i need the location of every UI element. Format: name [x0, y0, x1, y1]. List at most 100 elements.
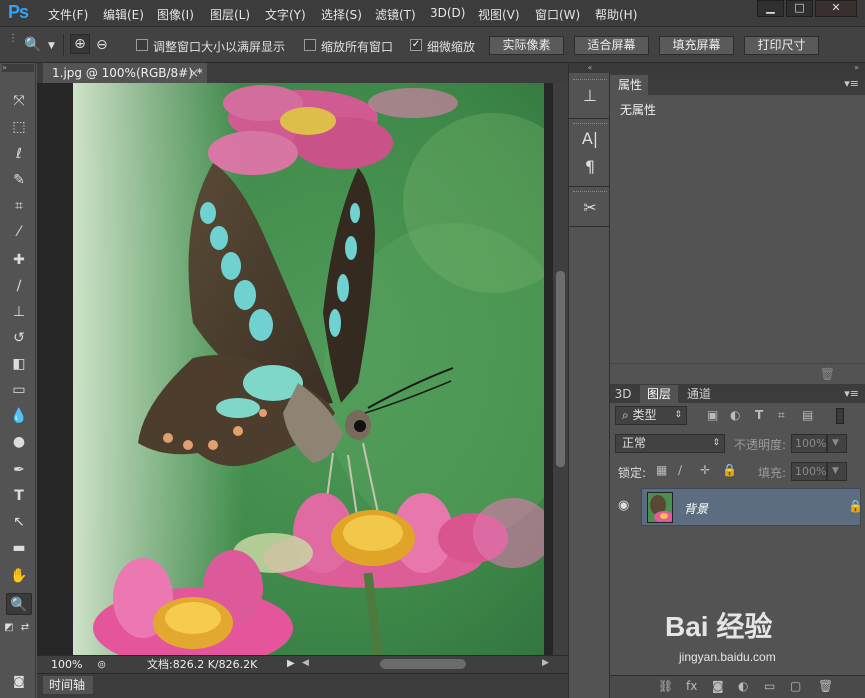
fill-screen-button[interactable]: 填充屏幕: [659, 36, 734, 55]
zoom-tool-icon[interactable]: 🔍: [6, 593, 32, 615]
zoom-tool-preset-icon[interactable]: 🔍: [24, 37, 41, 53]
hand-tool-icon[interactable]: ✋: [6, 565, 32, 587]
default-colors-icon[interactable]: ◩: [2, 617, 16, 639]
lasso-tool-icon[interactable]: ℓ: [6, 143, 32, 165]
zoom-all-windows-checkbox[interactable]: [304, 39, 316, 51]
eraser-tool-icon[interactable]: ◧: [6, 353, 32, 375]
menu-filter[interactable]: 滤镜(T): [375, 6, 416, 23]
status-share-icon[interactable]: ⊚: [97, 658, 106, 671]
adjustment-layer-icon[interactable]: ◐: [738, 679, 748, 693]
lock-all-icon[interactable]: 🔒: [722, 463, 737, 477]
pen-tool-icon[interactable]: ✒: [6, 459, 32, 481]
scroll-left-icon[interactable]: ◀: [302, 658, 309, 668]
layer-style-icon[interactable]: fx: [686, 679, 697, 693]
close-tab-icon[interactable]: ×: [189, 63, 199, 83]
menu-edit[interactable]: 编辑(E): [103, 6, 144, 23]
layers-panel-menu-icon[interactable]: ▾≡: [844, 387, 859, 400]
filter-pixel-icon[interactable]: ▣: [707, 408, 718, 422]
gradient-tool-icon[interactable]: ▭: [6, 379, 32, 401]
horizontal-scroll-thumb[interactable]: [380, 659, 466, 669]
eyedropper-tool-icon[interactable]: ⁄: [6, 221, 32, 243]
history-brush-tool-icon[interactable]: ↺: [6, 327, 32, 349]
filter-adjustment-icon[interactable]: ◐: [730, 408, 740, 422]
scrubby-zoom-checkbox[interactable]: ✓: [410, 39, 422, 51]
menu-help[interactable]: 帮助(H): [595, 6, 637, 23]
clone-stamp-tool-icon[interactable]: ⊥: [6, 301, 32, 323]
tab-channels[interactable]: 通道: [680, 385, 718, 403]
menu-3d[interactable]: 3D(D): [430, 6, 465, 20]
maximize-button[interactable]: □: [786, 0, 813, 17]
layer-filter-dropdown[interactable]: ⌕ 类型 ⇕: [615, 406, 687, 425]
zoom-in-icon[interactable]: ⊕: [70, 34, 90, 54]
layer-row[interactable]: 背景 🔒: [641, 488, 863, 526]
preset-dropdown-icon[interactable]: ▼: [48, 41, 55, 51]
quick-select-tool-icon[interactable]: ✎: [6, 169, 32, 191]
tool-presets-icon[interactable]: ✂: [577, 195, 603, 221]
resize-windows-checkbox[interactable]: [136, 39, 148, 51]
lock-transparent-icon[interactable]: ▦: [656, 463, 667, 477]
zoom-out-icon[interactable]: ⊖: [96, 37, 108, 53]
shape-tool-icon[interactable]: ▬: [6, 537, 32, 559]
zoom-level-field[interactable]: 100%: [41, 657, 89, 672]
dodge-tool-icon[interactable]: ●: [6, 431, 32, 453]
fill-dropdown-icon[interactable]: ▼: [827, 462, 847, 481]
menu-layer[interactable]: 图层(L): [210, 6, 250, 23]
toolbar-collapse-icon[interactable]: »: [2, 64, 34, 72]
menu-type[interactable]: 文字(Y): [265, 6, 306, 23]
character-panel-icon[interactable]: A|: [577, 126, 603, 152]
minimize-button[interactable]: ▁: [757, 0, 784, 17]
vertical-scroll-thumb[interactable]: [556, 271, 565, 467]
delete-layer-icon[interactable]: 🗑: [818, 679, 833, 693]
blend-mode-dropdown[interactable]: 正常 ⇕: [615, 434, 725, 453]
blur-tool-icon[interactable]: 💧: [6, 405, 32, 427]
butterfly-photo[interactable]: [73, 83, 544, 655]
filter-smart-object-icon[interactable]: ▤: [802, 408, 813, 422]
timeline-tab[interactable]: 时间轴: [43, 676, 93, 694]
brush-tool-icon[interactable]: ∕: [6, 275, 32, 297]
properties-tab[interactable]: 属性: [610, 75, 648, 95]
dock-collapse-icon[interactable]: «: [569, 63, 611, 73]
layer-visibility-eye-icon[interactable]: ◉: [618, 498, 629, 513]
opacity-dropdown-icon[interactable]: ▼: [827, 434, 847, 453]
filter-type-icon[interactable]: T: [755, 408, 763, 422]
lock-image-icon[interactable]: ∕: [678, 463, 682, 477]
new-group-icon[interactable]: ▭: [764, 679, 775, 693]
menu-file[interactable]: 文件(F): [48, 6, 88, 23]
add-mask-icon[interactable]: ◙: [712, 679, 724, 693]
crop-tool-icon[interactable]: ⌗: [6, 195, 32, 217]
healing-brush-tool-icon[interactable]: ✚: [6, 249, 32, 271]
marquee-tool-icon[interactable]: ⬚: [6, 116, 32, 138]
tab-3d[interactable]: 3D: [610, 385, 636, 403]
menu-select[interactable]: 选择(S): [321, 6, 362, 23]
path-selection-tool-icon[interactable]: ↖: [6, 511, 32, 533]
clone-source-icon[interactable]: ⊥: [577, 83, 603, 109]
move-tool-icon[interactable]: ⤧: [6, 90, 32, 112]
link-layers-icon[interactable]: ⛓: [658, 679, 673, 693]
close-window-button[interactable]: ✕: [815, 0, 857, 17]
lock-position-icon[interactable]: ✛: [700, 463, 710, 477]
canvas-area[interactable]: [37, 83, 553, 655]
quick-mask-icon[interactable]: ◙: [6, 670, 32, 692]
panel-collapse-icon[interactable]: »: [610, 63, 865, 73]
fit-screen-button[interactable]: 适合屏幕: [574, 36, 649, 55]
menu-image[interactable]: 图像(I): [157, 6, 194, 23]
scroll-right-icon[interactable]: ▶: [542, 658, 549, 668]
fill-field[interactable]: 100%: [791, 462, 827, 481]
panel-menu-icon[interactable]: ▾≡: [844, 77, 859, 90]
opacity-field[interactable]: 100%: [791, 434, 827, 453]
tab-layers[interactable]: 图层: [640, 385, 678, 403]
trash-icon[interactable]: 🗑: [820, 367, 835, 381]
new-layer-icon[interactable]: ▢: [790, 679, 801, 693]
filter-shape-icon[interactable]: ⌗: [778, 408, 785, 423]
filter-toggle-icon[interactable]: [836, 408, 844, 424]
menu-window[interactable]: 窗口(W): [535, 6, 580, 23]
paragraph-panel-icon[interactable]: ¶: [577, 154, 603, 180]
type-tool-icon[interactable]: T: [6, 485, 32, 507]
status-menu-arrow-icon[interactable]: ▶: [287, 658, 295, 669]
document-tab[interactable]: 1.jpg @ 100%(RGB/8#) * ×: [43, 63, 207, 83]
actual-pixels-button[interactable]: 实际像素: [489, 36, 564, 55]
vertical-scrollbar[interactable]: [553, 83, 568, 655]
print-size-button[interactable]: 打印尺寸: [744, 36, 819, 55]
menu-view[interactable]: 视图(V): [478, 6, 520, 23]
swap-colors-icon[interactable]: ⇄: [18, 617, 32, 639]
